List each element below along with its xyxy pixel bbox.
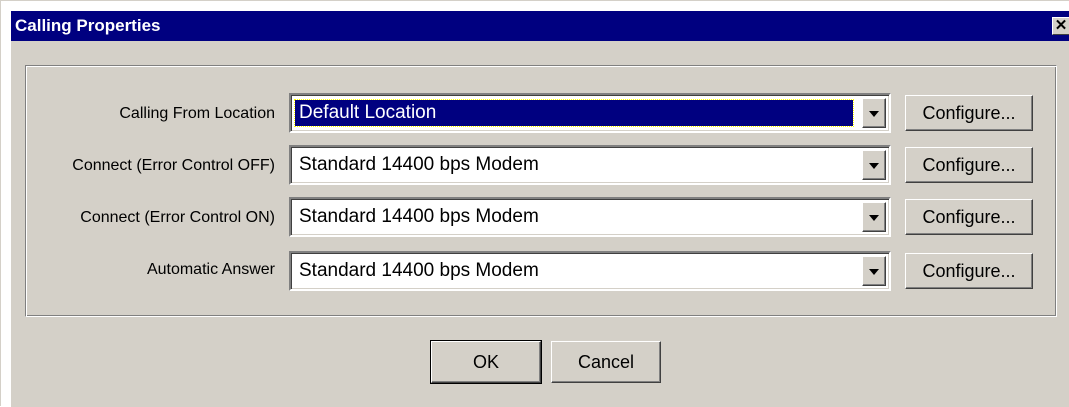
window-top-edge bbox=[1, 1, 1069, 11]
close-icon[interactable]: ✕ bbox=[1052, 17, 1069, 35]
dialog-window: Calling Properties ✕ Calling From Locati… bbox=[0, 0, 1069, 407]
connect-error-on-label: Connect (Error Control ON) bbox=[80, 209, 275, 226]
connect-error-off-dropdown[interactable]: Standard 14400 bps Modem bbox=[289, 145, 891, 185]
connect-error-on-dropdown[interactable]: Standard 14400 bps Modem bbox=[289, 197, 891, 237]
calling-from-location-value: Default Location bbox=[294, 99, 854, 127]
chevron-down-icon[interactable] bbox=[862, 256, 886, 286]
connect-error-off-value: Standard 14400 bps Modem bbox=[299, 154, 539, 175]
automatic-answer-dropdown[interactable]: Standard 14400 bps Modem bbox=[289, 251, 891, 291]
automatic-answer-label: Automatic Answer bbox=[146, 261, 275, 278]
calling-from-location-label: Calling From Location bbox=[119, 105, 275, 122]
chevron-down-icon[interactable] bbox=[862, 150, 886, 180]
ok-button[interactable]: OK bbox=[430, 340, 542, 384]
calling-from-location-dropdown[interactable]: Default Location bbox=[289, 93, 891, 133]
configure-error-on-button[interactable]: Configure... bbox=[905, 199, 1033, 235]
cancel-button[interactable]: Cancel bbox=[551, 341, 661, 383]
automatic-answer-value: Standard 14400 bps Modem bbox=[299, 260, 539, 281]
chevron-down-icon[interactable] bbox=[862, 202, 886, 232]
window-title: Calling Properties bbox=[15, 16, 161, 35]
chevron-down-icon[interactable] bbox=[862, 98, 886, 128]
configure-answer-button[interactable]: Configure... bbox=[905, 253, 1033, 289]
connect-error-on-value: Standard 14400 bps Modem bbox=[299, 206, 539, 227]
configure-location-button[interactable]: Configure... bbox=[905, 95, 1033, 131]
title-bar[interactable]: Calling Properties ✕ bbox=[11, 11, 1069, 41]
configure-error-off-button[interactable]: Configure... bbox=[905, 147, 1033, 183]
connect-error-off-label: Connect (Error Control OFF) bbox=[72, 157, 275, 174]
window-left-edge bbox=[1, 1, 11, 407]
